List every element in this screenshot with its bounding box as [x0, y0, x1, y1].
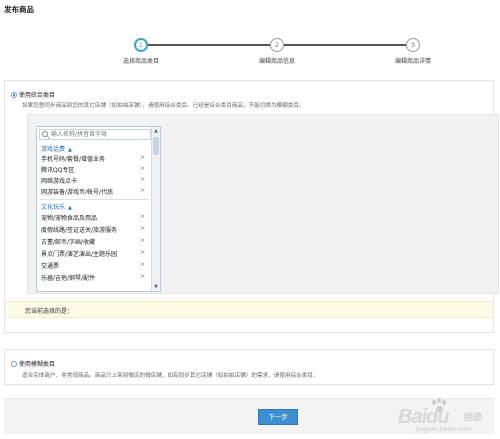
fuzzy-category-title: 使用模糊类目: [18, 361, 55, 368]
chevron-right-icon: >: [139, 187, 145, 194]
fuzzy-category-radio[interactable]: [11, 360, 17, 367]
category-item[interactable]: 度假线路/签证送关/旅游服务 >: [41, 225, 145, 234]
step-connector: [284, 44, 406, 46]
page-title: 发布商品: [4, 5, 34, 14]
step-2-circle: 2: [270, 38, 284, 52]
category-item[interactable]: 古董/邮币/字画/收藏 >: [41, 237, 145, 246]
selected-category-label: 您当前选择的是：: [25, 308, 74, 315]
general-category-desc: 如果您想同步商品到您的其它店铺（如拍拍店铺），请使用综合类目。已经是综合类目商品…: [22, 103, 305, 109]
group-divider: [39, 199, 149, 200]
general-category-panel: 使用综合类目 如果您想同步商品到您的其它店铺（如拍拍店铺），请使用综合类目。已经…: [4, 80, 499, 333]
scroll-down-icon[interactable]: ▼: [152, 283, 160, 291]
category-item-label: 度假线路/签证送关/旅游服务: [41, 227, 118, 234]
next-step-button[interactable]: 下一步: [258, 409, 298, 425]
triangle-up-icon: ▲: [68, 147, 72, 153]
category-item-label: 宠物/宠物食品及用品: [41, 215, 98, 222]
step-2-label: 编辑商品信息: [258, 58, 295, 65]
category-list: 输入名称/拼音首字母 游戏话费 ▲ 手机号码/套餐/增值业务 > 腾讯QQ专区 > 网…: [36, 126, 161, 292]
category-item-label: 乐器/吉他/钢琴/配件: [41, 275, 96, 282]
category-group-label: 游戏话费: [41, 146, 66, 153]
watermark-jingyan: 经验: [464, 413, 483, 423]
step-connector: [148, 44, 270, 46]
general-category-option[interactable]: 使用综合类目: [11, 90, 55, 99]
category-item-label: 腾讯QQ专区: [41, 167, 75, 174]
step-1-circle: 1: [134, 38, 148, 52]
selected-category-bar: 您当前选择的是：: [5, 301, 493, 318]
fuzzy-category-desc: 适合实体商户、非常规商品。商品只上架到微店的微店铺，如有同步其它店铺（如拍拍店铺…: [22, 373, 319, 379]
category-item[interactable]: 交通票 >: [41, 261, 145, 270]
scroll-up-icon[interactable]: ▲: [152, 127, 160, 135]
fuzzy-category-option[interactable]: 使用模糊类目: [11, 359, 55, 368]
category-item[interactable]: 宠物/宠物食品及用品 >: [41, 213, 145, 222]
step-1-label: 选择商品类目: [122, 58, 159, 65]
chevron-right-icon: >: [139, 154, 145, 161]
category-item-label: 网游装备/游戏币/帐号/代练: [41, 189, 114, 196]
triangle-up-icon: ▲: [68, 205, 72, 211]
scroll-thumb[interactable]: [153, 137, 159, 155]
chevron-right-icon: >: [139, 273, 145, 280]
category-item[interactable]: 网络游戏点卡 >: [41, 176, 145, 185]
category-group-games[interactable]: 游戏话费 ▲: [41, 144, 72, 153]
chevron-right-icon: >: [139, 165, 145, 172]
step-3-circle: 3: [406, 38, 420, 52]
search-placeholder: 输入名称/拼音首字母: [51, 131, 108, 138]
search-icon: [42, 131, 48, 137]
category-item[interactable]: 网游装备/游戏币/帐号/代练 >: [41, 187, 145, 196]
category-item[interactable]: 手机号码/套餐/增值业务 >: [41, 154, 145, 163]
baidu-jingyan-watermark: Baidu 经验 jingyan.baidu.com: [394, 396, 494, 436]
category-item-label: 景点门票/演艺演出/主题乐园: [41, 251, 118, 258]
category-item[interactable]: 景点门票/演艺演出/主题乐园 >: [41, 249, 145, 258]
category-group-culture[interactable]: 文化玩乐 ▲: [41, 202, 72, 211]
category-item[interactable]: 乐器/吉他/钢琴/配件 >: [41, 273, 145, 282]
general-category-radio[interactable]: [11, 91, 17, 98]
chevron-right-icon: >: [139, 176, 145, 183]
category-item-label: 古董/邮币/字画/收藏: [41, 239, 96, 246]
chevron-right-icon: >: [139, 261, 145, 268]
progress-stepper: 1 选择商品类目 2 编辑商品信息 3 编辑商品详情: [0, 34, 500, 70]
general-category-title: 使用综合类目: [18, 92, 55, 99]
category-group-label: 文化玩乐: [41, 204, 66, 211]
fuzzy-category-panel: 使用模糊类目 适合实体商户、非常规商品。商品只上架到微店的微店铺，如有同步其它店…: [4, 349, 494, 385]
chevron-right-icon: >: [139, 213, 145, 220]
category-item[interactable]: 腾讯QQ专区 >: [41, 165, 145, 174]
category-area: 输入名称/拼音首字母 游戏话费 ▲ 手机号码/套餐/增值业务 > 腾讯QQ专区 > 网…: [27, 114, 499, 294]
category-item-label: 网络游戏点卡: [41, 178, 78, 185]
category-scrollbar[interactable]: ▲ ▼: [151, 127, 160, 291]
chevron-right-icon: >: [139, 249, 145, 256]
watermark-url: jingyan.baidu.com: [416, 426, 472, 433]
step-3-label: 编辑商品详情: [394, 58, 431, 65]
category-item-label: 交通票: [41, 263, 60, 270]
chevron-right-icon: >: [139, 237, 145, 244]
category-item-label: 手机号码/套餐/增值业务: [41, 156, 106, 163]
chevron-right-icon: >: [139, 225, 145, 232]
category-search-input[interactable]: 输入名称/拼音首字母: [39, 129, 151, 140]
